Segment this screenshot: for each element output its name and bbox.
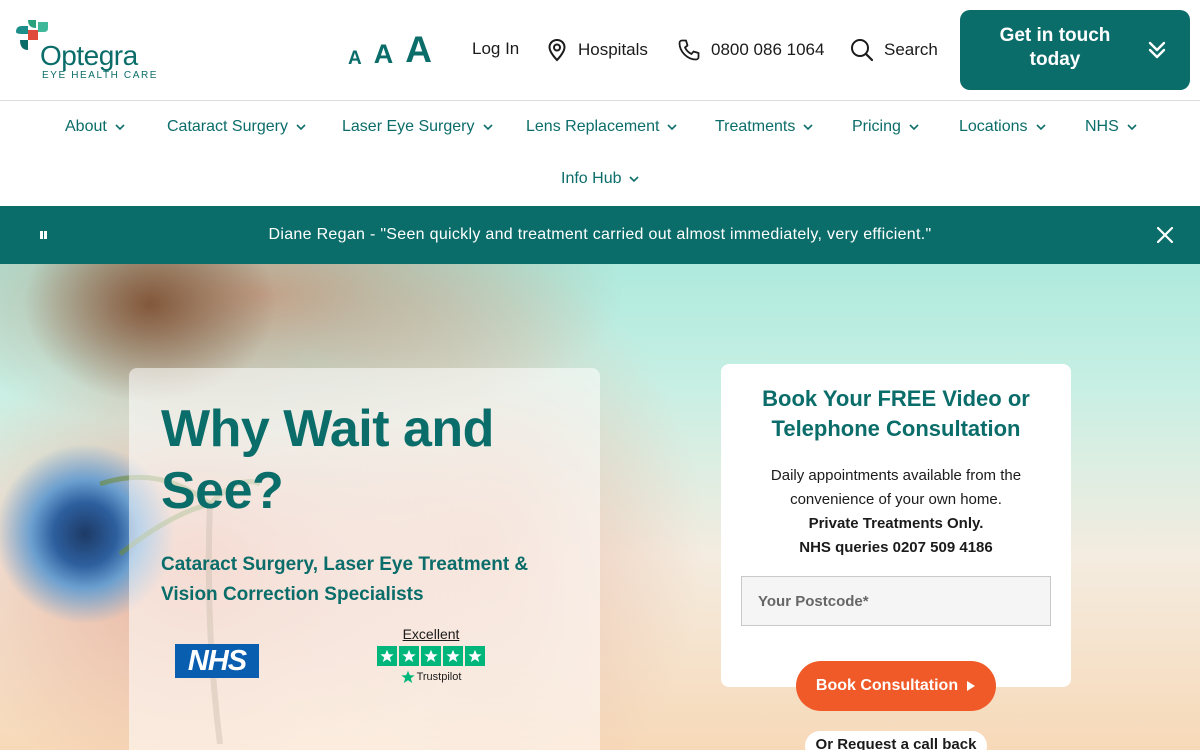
consultation-title: Book Your FREE Video or Telephone Consul… — [762, 386, 1030, 441]
trustpilot-star-icon — [443, 646, 463, 666]
hero-title: Why Wait and See? — [161, 400, 494, 520]
close-icon[interactable] — [1156, 226, 1174, 244]
font-size-medium-button[interactable]: A — [374, 41, 394, 68]
hero-section: Why Wait and See? Cataract Surgery, Lase… — [0, 264, 1200, 750]
chevron-down-icon — [1035, 123, 1046, 130]
chevron-down-icon — [296, 123, 306, 130]
nav-item-treatments[interactable]: Treatments — [715, 115, 813, 139]
hero-subtitle: Cataract Surgery, Laser Eye Treatment & … — [161, 554, 529, 605]
nav-item-pricing[interactable]: Pricing — [852, 115, 919, 139]
trustpilot-stars — [375, 646, 487, 666]
search-label: Search — [884, 40, 938, 59]
nav-item-nhs[interactable]: NHS — [1085, 115, 1137, 139]
login-link[interactable]: Log In — [472, 37, 519, 61]
nav-item-cataract-surgery[interactable]: Cataract Surgery — [167, 115, 306, 139]
nav-item-lens-replacement[interactable]: Lens Replacement — [526, 115, 677, 139]
nav-item-label: Pricing — [852, 118, 901, 135]
search-icon — [851, 39, 874, 62]
consultation-card: Book Your FREE Video or Telephone Consul… — [721, 364, 1071, 687]
chevron-down-icon — [115, 123, 125, 130]
book-consultation-button[interactable]: Book Consultation — [796, 661, 996, 711]
font-size-large-button[interactable]: A — [405, 31, 432, 68]
play-arrow-icon — [967, 681, 976, 691]
trustpilot-rating-label[interactable]: Excellent — [375, 626, 487, 642]
hospitals-label: Hospitals — [578, 40, 648, 59]
trustpilot-star-icon — [421, 646, 441, 666]
testimonial-quote: Diane Regan - "Seen quickly and treatmen… — [268, 226, 932, 243]
nav-item-info-hub[interactable]: Info Hub — [561, 167, 640, 191]
nav-item-label: Locations — [959, 118, 1028, 135]
double-chevron-down-icon — [1148, 41, 1166, 59]
hospitals-link[interactable]: Hospitals — [546, 38, 648, 62]
main-nav: About Cataract Surgery Laser Eye Surgery… — [0, 101, 1200, 206]
nav-item-laser-eye-surgery[interactable]: Laser Eye Surgery — [342, 115, 493, 139]
trustpilot-star-icon — [465, 646, 485, 666]
get-in-touch-label: Get in touch today — [999, 25, 1111, 70]
site-header: Optegra EYE HEALTH CARE A A A Log In Hos… — [0, 0, 1200, 101]
trustpilot-widget[interactable]: Excellent Trustpilot — [375, 626, 487, 684]
nav-item-label: Laser Eye Surgery — [342, 118, 475, 135]
request-callback-link[interactable]: Or Request a call back — [805, 731, 987, 750]
nav-item-label: Lens Replacement — [526, 118, 660, 135]
phone-link[interactable]: 0800 086 1064 — [677, 38, 824, 62]
map-pin-icon — [548, 38, 566, 62]
chevron-down-icon — [667, 123, 677, 130]
chevron-down-icon — [1127, 123, 1137, 130]
consultation-text: Daily appointments available from the co… — [770, 467, 1022, 508]
phone-icon — [678, 39, 700, 61]
trustpilot-star-icon — [399, 646, 419, 666]
nav-item-label: NHS — [1085, 118, 1119, 135]
font-size-small-button[interactable]: A — [348, 49, 362, 68]
book-consultation-label: Book Consultation — [815, 677, 959, 694]
testimonial-bar: Diane Regan - "Seen quickly and treatmen… — [0, 206, 1200, 264]
nav-item-label: About — [65, 118, 107, 135]
get-in-touch-button[interactable]: Get in touch today — [960, 10, 1190, 90]
optegra-logo[interactable]: Optegra EYE HEALTH CARE — [14, 18, 156, 82]
nav-item-label: Treatments — [715, 118, 796, 135]
nhs-queries-note: NHS queries 0207 509 4186 — [799, 539, 993, 556]
nav-item-label: Cataract Surgery — [167, 118, 288, 135]
trustpilot-star-icon — [400, 670, 415, 684]
hero-card: Why Wait and See? Cataract Surgery, Lase… — [129, 368, 600, 750]
private-treatments-note: Private Treatments Only. — [808, 515, 984, 532]
chevron-down-icon — [482, 123, 493, 130]
chevron-down-icon — [629, 175, 640, 182]
postcode-input[interactable] — [741, 576, 1051, 626]
nav-item-locations[interactable]: Locations — [959, 115, 1046, 139]
phone-number: 0800 086 1064 — [711, 40, 825, 59]
nhs-logo: NHS — [175, 644, 259, 678]
trustpilot-brand-label: Trustpilot — [416, 671, 462, 683]
login-label: Log In — [472, 39, 520, 58]
trustpilot-star-icon — [377, 646, 397, 666]
chevron-down-icon — [909, 123, 919, 130]
font-size-controls: A A A — [348, 28, 432, 68]
nav-item-label: Info Hub — [561, 170, 622, 187]
chevron-down-icon — [803, 123, 813, 130]
trustpilot-brand: Trustpilot — [375, 670, 487, 684]
nav-item-about[interactable]: About — [65, 115, 125, 139]
logo-tagline: EYE HEALTH CARE — [42, 70, 159, 81]
search-button[interactable]: Search — [850, 38, 938, 62]
logo-wordmark: Optegra — [40, 40, 138, 71]
